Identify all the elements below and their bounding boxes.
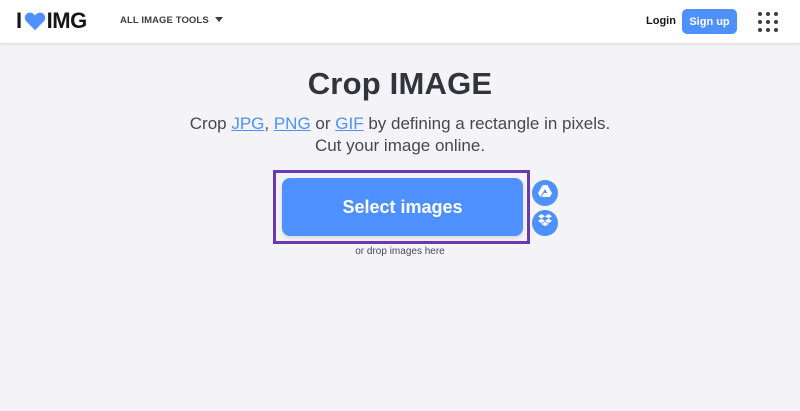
subtitle-line-2: Cut your image online. bbox=[314, 136, 486, 155]
page-title: Crop IMAGE bbox=[307, 66, 493, 101]
select-images-button[interactable]: Select images bbox=[282, 178, 523, 236]
gif-link[interactable]: GIF bbox=[335, 114, 363, 133]
jpg-link[interactable]: JPG bbox=[231, 114, 264, 133]
login-link[interactable]: Login bbox=[646, 15, 676, 27]
dropbox-button[interactable] bbox=[532, 210, 558, 236]
dropbox-icon bbox=[538, 214, 552, 232]
google-drive-icon bbox=[538, 184, 552, 202]
top-navbar: I IMG ALL IMAGE TOOLS Login Sign up bbox=[0, 0, 800, 43]
caret-down-icon bbox=[214, 15, 223, 26]
drop-hint: or drop images here bbox=[355, 246, 445, 257]
google-drive-button[interactable] bbox=[532, 180, 558, 206]
logo-letter-i: I bbox=[16, 8, 22, 33]
site-logo[interactable]: I IMG bbox=[16, 8, 88, 33]
signup-button[interactable]: Sign up bbox=[682, 9, 737, 34]
page-subtitle: Crop JPG, PNG or GIF by defining a recta… bbox=[0, 113, 800, 157]
heart-icon bbox=[24, 11, 46, 31]
tools-menu-label: ALL IMAGE TOOLS bbox=[120, 15, 209, 26]
all-image-tools-menu[interactable]: ALL IMAGE TOOLS bbox=[120, 15, 223, 26]
subtitle-line-1: Crop JPG, PNG or GIF by defining a recta… bbox=[189, 114, 611, 133]
apps-grid-icon[interactable] bbox=[758, 12, 778, 32]
png-link[interactable]: PNG bbox=[274, 114, 311, 133]
logo-letters-img: IMG bbox=[46, 8, 88, 33]
